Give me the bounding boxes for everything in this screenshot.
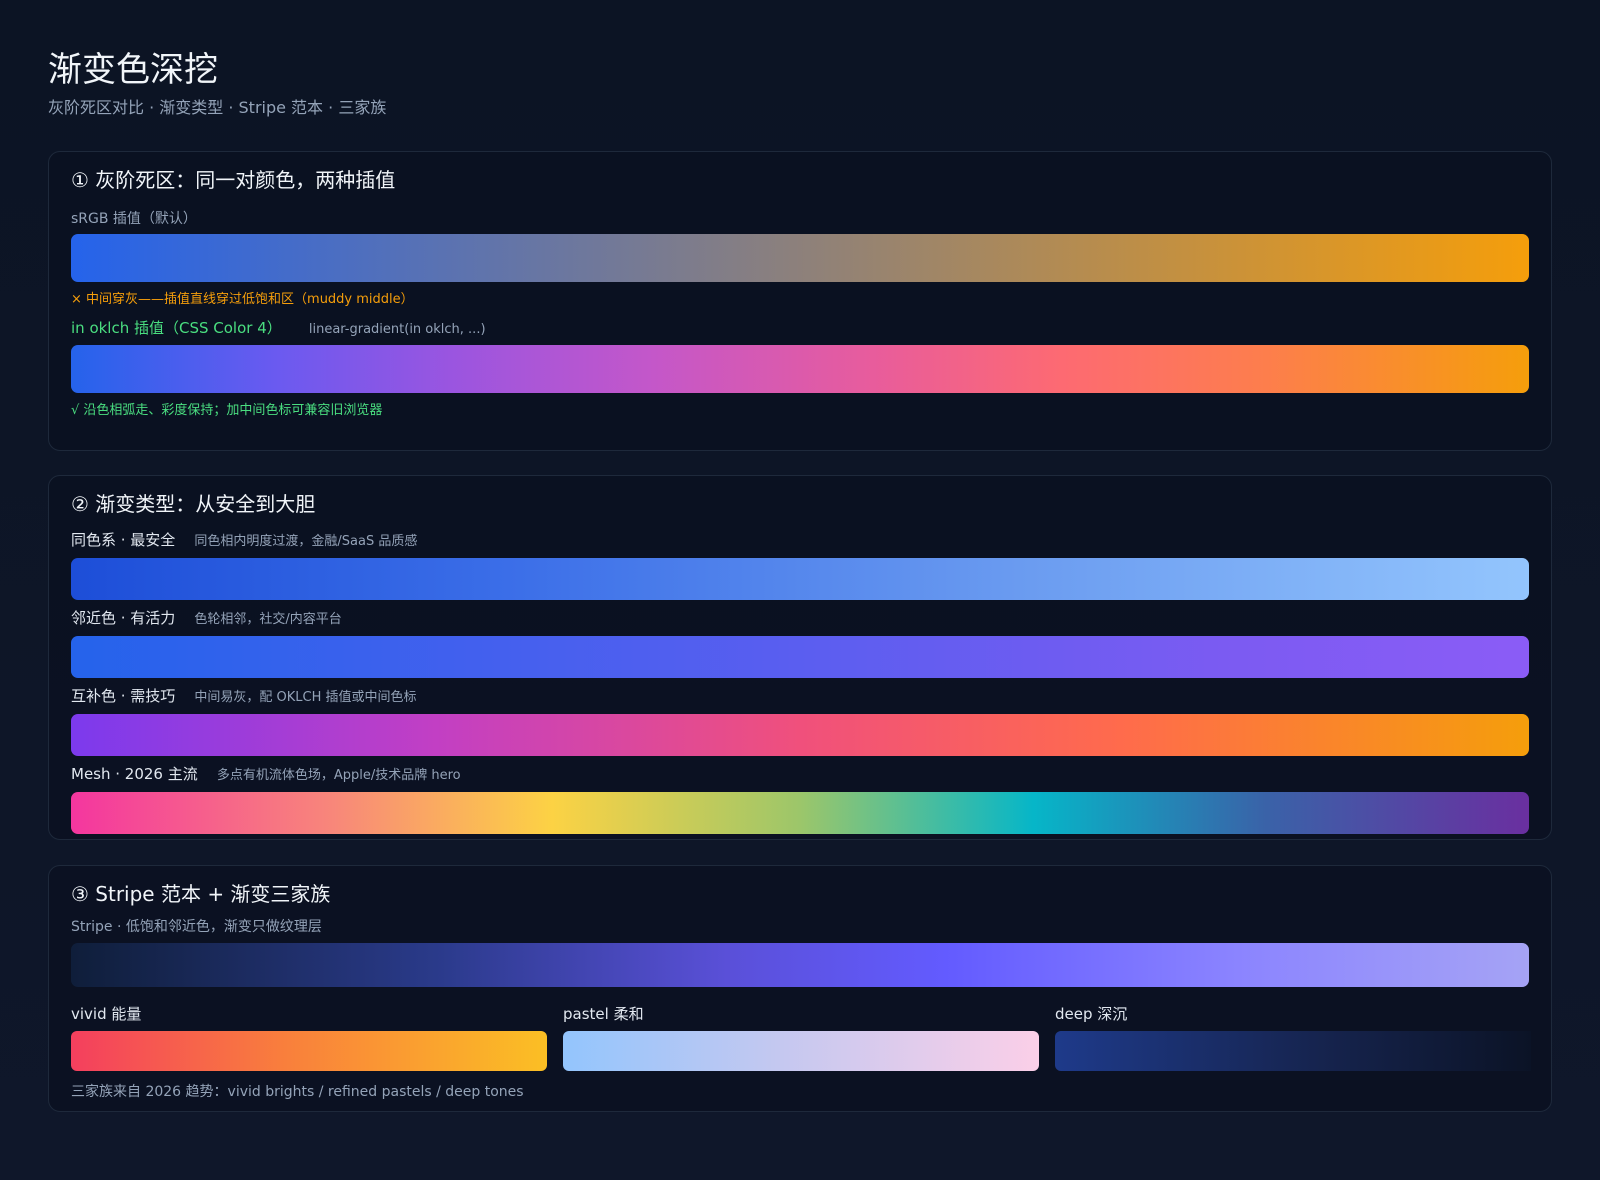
- stripe-label: Stripe · 低饱和邻近色，渐变只做纹理层: [71, 919, 322, 935]
- type-row-analogous: 邻近色 · 有活力 色轮相邻，社交/内容平台: [71, 607, 342, 631]
- oklch-code: linear-gradient(in oklch, ...): [308, 322, 486, 337]
- type-desc: 同色相内明度过渡，金融/SaaS 品质感: [194, 534, 418, 549]
- srgb-gradient-bar: [71, 234, 1529, 282]
- stripe-gradient-bar: [71, 943, 1529, 987]
- family-pastel: pastel 柔和: [563, 1003, 1039, 1071]
- type-name: Mesh · 2026 主流: [71, 765, 198, 783]
- type-row-complementary: 互补色 · 需技巧 中间易灰，配 OKLCH 插值或中间色标: [71, 685, 417, 709]
- analogous-gradient-bar: [71, 636, 1529, 678]
- mesh-gradient-bar: [71, 792, 1529, 834]
- srgb-warning: × 中间穿灰——插值直线穿过低饱和区（muddy middle）: [71, 292, 414, 307]
- family-deep: deep 深沉: [1055, 1003, 1531, 1071]
- family-vivid: vivid 能量: [71, 1003, 547, 1071]
- vivid-gradient-bar: [71, 1031, 547, 1071]
- oklch-gradient-bar: [71, 345, 1529, 393]
- card-title: ① 灰阶死区：同一对颜色，两种插值: [71, 168, 396, 192]
- type-desc: 色轮相邻，社交/内容平台: [194, 612, 342, 627]
- family-label: pastel 柔和: [563, 1005, 644, 1023]
- card-title: ② 渐变类型：从安全到大胆: [71, 492, 316, 516]
- oklch-label: in oklch 插值（CSS Color 4）: [71, 319, 282, 337]
- deep-gradient-bar: [1055, 1031, 1531, 1071]
- family-label: vivid 能量: [71, 1005, 142, 1023]
- page-subtitle: 灰阶死区对比 · 渐变类型 · Stripe 范本 · 三家族: [48, 98, 387, 117]
- card-gray-deadzone: ① 灰阶死区：同一对颜色，两种插值 sRGB 插值（默认） × 中间穿灰——插值…: [48, 151, 1552, 451]
- oklch-ok-note: √ 沿色相弧走、彩度保持；加中间色标可兼容旧浏览器: [71, 403, 383, 418]
- type-name: 邻近色 · 有活力: [71, 609, 176, 627]
- family-label: deep 深沉: [1055, 1005, 1128, 1023]
- complementary-gradient-bar: [71, 714, 1529, 756]
- type-name: 同色系 · 最安全: [71, 531, 176, 549]
- card-gradient-types: ② 渐变类型：从安全到大胆 同色系 · 最安全 同色相内明度过渡，金融/SaaS…: [48, 475, 1552, 840]
- monochrome-gradient-bar: [71, 558, 1529, 600]
- srgb-label: sRGB 插值（默认）: [71, 211, 197, 227]
- footnote: 三家族来自 2026 趋势：vivid brights / refined pa…: [71, 1084, 524, 1100]
- card-title: ③ Stripe 范本 + 渐变三家族: [71, 882, 331, 906]
- oklch-label-row: in oklch 插值（CSS Color 4） linear-gradient…: [71, 317, 486, 341]
- pastel-gradient-bar: [563, 1031, 1039, 1071]
- page-title: 渐变色深挖: [48, 50, 218, 90]
- page: 渐变色深挖 灰阶死区对比 · 渐变类型 · Stripe 范本 · 三家族 ① …: [0, 0, 1600, 1180]
- type-name: 互补色 · 需技巧: [71, 687, 176, 705]
- type-desc: 多点有机流体色场，Apple/技术品牌 hero: [216, 768, 461, 783]
- card-stripe-families: ③ Stripe 范本 + 渐变三家族 Stripe · 低饱和邻近色，渐变只做…: [48, 865, 1552, 1112]
- type-row-monochrome: 同色系 · 最安全 同色相内明度过渡，金融/SaaS 品质感: [71, 529, 417, 553]
- type-desc: 中间易灰，配 OKLCH 插值或中间色标: [194, 690, 417, 705]
- type-row-mesh: Mesh · 2026 主流 多点有机流体色场，Apple/技术品牌 hero: [71, 763, 461, 787]
